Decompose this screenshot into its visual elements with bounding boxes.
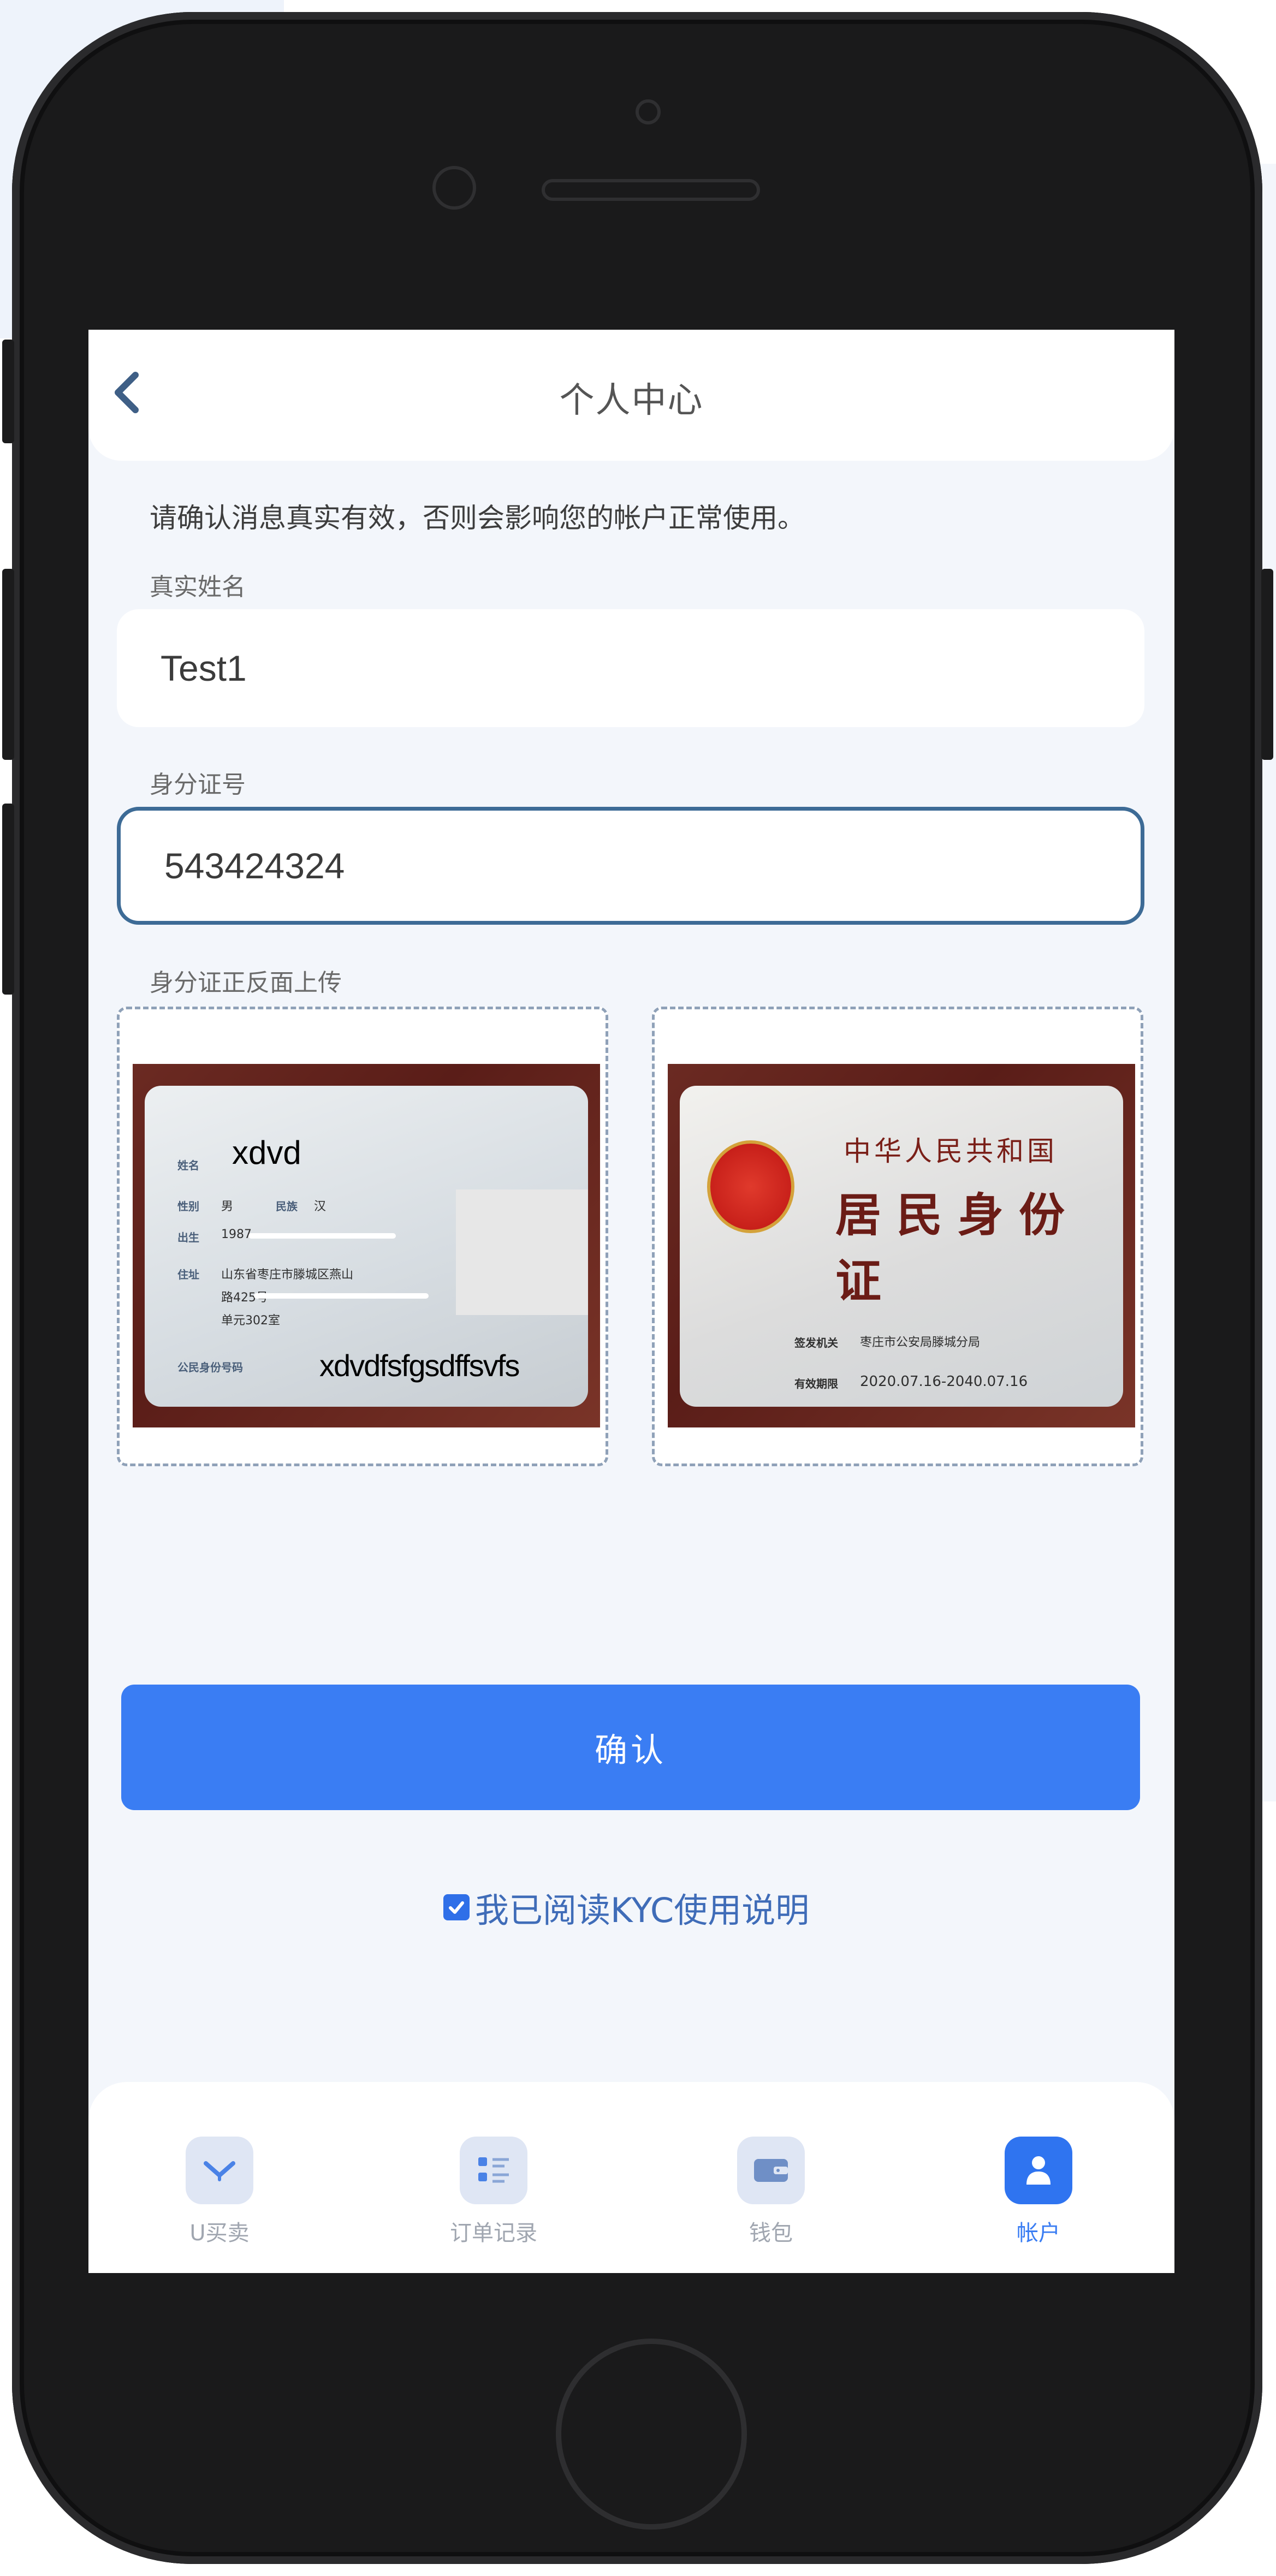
photo-placeholder [456,1189,588,1315]
kyc-agreement-label: 我已阅读KYC使用说明 [475,1890,810,1930]
proximity-sensor [432,166,476,210]
tab-account[interactable]: 帐户 [968,2137,1109,2247]
volume-down-button [2,804,14,995]
card-name-label: 姓名 [177,1159,199,1172]
card-authority-label: 签发机关 [794,1336,838,1349]
id-number-field-box [117,807,1144,925]
card-country-title: 中华人民共和国 [844,1135,1058,1167]
card-address-line1: 山东省枣庄市滕城区燕山 [221,1268,354,1282]
card-authority-value: 枣庄市公安局滕城分局 [860,1336,981,1349]
redaction-bar [254,1293,429,1299]
app-screen: 个人中心 请确认消息真实有效，否则会影响您的帐户正常使用。 真实姓名 身分证号 … [88,330,1174,2273]
tab-label: U买卖 [189,2221,250,2246]
card-address-line3: 单元302室 [221,1314,280,1328]
kyc-checkbox[interactable] [443,1894,470,1920]
card-ethnicity-value: 汉 [314,1200,327,1213]
overlay-number-text: xdvdfsfgsdffsvfs [319,1348,520,1383]
id-front-upload[interactable]: 姓名 性别 男 民族 汉 出生 1987 住址 山东省枣庄市滕城区燕山 路425… [117,1007,608,1466]
redaction-bar [248,1233,396,1239]
name-field-box [117,609,1144,727]
overlay-name-text: xdvd [232,1134,301,1171]
tab-wallet[interactable]: 钱包 [700,2137,842,2247]
home-button[interactable] [556,2339,747,2530]
front-camera [636,99,661,124]
power-button [1261,569,1273,760]
kyc-agreement[interactable]: 我已阅读KYC使用说明 [443,1883,809,1932]
name-label: 真实姓名 [150,573,246,601]
tab-label: 钱包 [749,2221,793,2246]
card-document-title: 居民身份证 [835,1188,1081,1308]
page-title: 个人中心 [559,380,704,421]
volume-up-button [2,569,14,760]
account-icon [1005,2137,1072,2204]
card-birth-year: 1987 [221,1228,252,1241]
card-address-label: 住址 [177,1268,199,1281]
card-validity-value: 2020.07.16-2040.07.16 [860,1373,1028,1390]
tab-buy-sell[interactable]: U买卖 [149,2137,290,2247]
card-id-number-label: 公民身份号码 [177,1361,243,1374]
tab-orders[interactable]: 订单记录 [423,2137,565,2247]
exchange-icon [186,2137,253,2204]
card-ethnicity-label: 民族 [276,1200,298,1213]
id-number-label: 身分证号 [150,771,246,799]
mute-switch [2,340,14,443]
card-gender-value: 男 [221,1200,234,1213]
id-number-input[interactable] [121,811,1141,921]
name-input[interactable] [117,609,1144,727]
wallet-icon [737,2137,805,2204]
bottom-tab-bar: U买卖 订单记录 钱包 帐户 [88,2082,1174,2273]
notice-text: 请确认消息真实有效，否则会影响您的帐户正常使用。 [150,502,805,534]
top-bar: 个人中心 [88,330,1174,461]
national-emblem-icon [707,1140,794,1233]
order-list-icon [460,2137,527,2204]
checkmark-icon [449,1901,464,1914]
id-back-image: 中华人民共和国 居民身份证 签发机关 枣庄市公安局滕城分局 有效期限 2020.… [668,1064,1135,1427]
id-card-front: 姓名 性别 男 民族 汉 出生 1987 住址 山东省枣庄市滕城区燕山 路425… [145,1086,588,1407]
tab-label: 订单记录 [450,2221,537,2246]
id-front-image: 姓名 性别 男 民族 汉 出生 1987 住址 山东省枣庄市滕城区燕山 路425… [133,1064,600,1427]
id-card-back: 中华人民共和国 居民身份证 签发机关 枣庄市公安局滕城分局 有效期限 2020.… [680,1086,1123,1407]
earpiece-speaker [542,179,760,201]
card-gender-label: 性别 [177,1200,199,1213]
upload-label: 身分证正反面上传 [150,969,342,997]
tab-label: 帐户 [1017,2221,1060,2246]
id-back-upload[interactable]: 中华人民共和国 居民身份证 签发机关 枣庄市公安局滕城分局 有效期限 2020.… [652,1007,1143,1466]
card-birth-label: 出生 [177,1231,199,1244]
confirm-button[interactable]: 确认 [121,1685,1140,1810]
card-validity-label: 有效期限 [794,1377,838,1390]
